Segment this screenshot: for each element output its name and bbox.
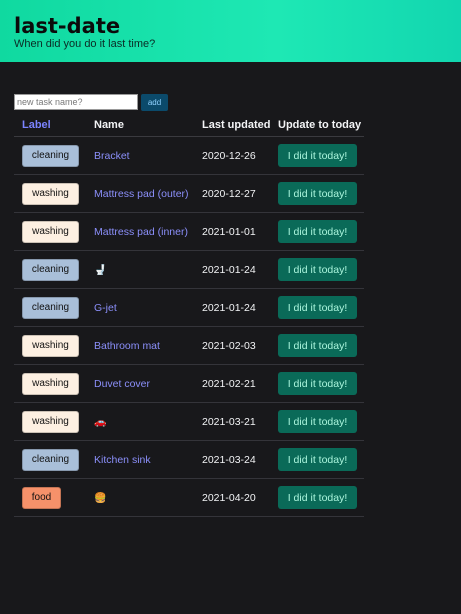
did-it-today-button[interactable]: I did it today! bbox=[278, 220, 357, 243]
did-it-today-button[interactable]: I did it today! bbox=[278, 334, 357, 357]
table-row: cleaning Bracket 2020-12-26 I did it tod… bbox=[14, 136, 364, 175]
label-badge[interactable]: washing bbox=[22, 334, 79, 357]
table-row: washing Mattress pad (outer) 2020-12-27 … bbox=[14, 174, 364, 213]
table-row: cleaning G-jet 2021-01-24 I did it today… bbox=[14, 288, 364, 327]
table-header-row: Label Name Last updated Update to today bbox=[14, 114, 364, 137]
last-updated-date: 2021-03-21 bbox=[202, 402, 278, 441]
app-title: last-date bbox=[14, 14, 121, 38]
did-it-today-button[interactable]: I did it today! bbox=[278, 410, 357, 433]
last-updated-date: 2021-01-24 bbox=[202, 288, 278, 327]
last-updated-date: 2021-02-03 bbox=[202, 326, 278, 365]
table-row: washing Mattress pad (inner) 2021-01-01 … bbox=[14, 212, 364, 251]
label-badge[interactable]: washing bbox=[22, 410, 79, 433]
table-row: cleaning Kitchen sink 2021-03-24 I did i… bbox=[14, 440, 364, 479]
task-name-link-car-emoji[interactable]: 🚗 bbox=[94, 417, 106, 428]
task-name-link[interactable]: Duvet cover bbox=[94, 378, 150, 390]
did-it-today-button[interactable]: I did it today! bbox=[278, 372, 357, 395]
task-table: Label Name Last updated Update to today … bbox=[14, 114, 364, 517]
last-updated-date: 2020-12-27 bbox=[202, 174, 278, 213]
last-updated-date: 2020-12-26 bbox=[202, 136, 278, 175]
table-row: cleaning 🚽 2021-01-24 I did it today! bbox=[14, 250, 364, 289]
last-updated-date: 2021-02-21 bbox=[202, 364, 278, 403]
column-header-label[interactable]: Label bbox=[14, 114, 94, 137]
column-header-update-to-today: Update to today bbox=[278, 114, 364, 137]
column-header-last-updated: Last updated bbox=[202, 114, 278, 137]
last-updated-date: 2021-01-24 bbox=[202, 250, 278, 289]
did-it-today-button[interactable]: I did it today! bbox=[278, 296, 357, 319]
label-badge[interactable]: cleaning bbox=[22, 258, 79, 281]
task-name-link[interactable]: Mattress pad (outer) bbox=[94, 188, 189, 200]
task-name-link-toilet-emoji[interactable]: 🚽 bbox=[94, 265, 106, 276]
label-badge[interactable]: cleaning bbox=[22, 448, 79, 471]
last-updated-date: 2021-03-24 bbox=[202, 440, 278, 479]
table-row: washing 🚗 2021-03-21 I did it today! bbox=[14, 402, 364, 441]
table-row: washing Duvet cover 2021-02-21 I did it … bbox=[14, 364, 364, 403]
label-badge[interactable]: cleaning bbox=[22, 296, 79, 319]
task-name-link[interactable]: Bathroom mat bbox=[94, 340, 160, 352]
did-it-today-button[interactable]: I did it today! bbox=[278, 182, 357, 205]
app-header: last-date When did you do it last time? bbox=[0, 0, 461, 62]
last-updated-date: 2021-01-01 bbox=[202, 212, 278, 251]
task-table-body: cleaning Bracket 2020-12-26 I did it tod… bbox=[14, 136, 364, 517]
did-it-today-button[interactable]: I did it today! bbox=[278, 486, 357, 509]
label-badge[interactable]: food bbox=[22, 486, 61, 509]
label-badge[interactable]: washing bbox=[22, 372, 79, 395]
did-it-today-button[interactable]: I did it today! bbox=[278, 448, 357, 471]
table-row: food 🍔 2021-04-20 I did it today! bbox=[14, 478, 364, 517]
task-name-link[interactable]: G-jet bbox=[94, 302, 117, 314]
app-subtitle: When did you do it last time? bbox=[14, 38, 156, 50]
did-it-today-button[interactable]: I did it today! bbox=[278, 144, 357, 167]
label-badge[interactable]: washing bbox=[22, 182, 79, 205]
last-updated-date: 2021-04-20 bbox=[202, 478, 278, 517]
task-name-link-burger-emoji[interactable]: 🍔 bbox=[94, 493, 106, 504]
label-badge[interactable]: cleaning bbox=[22, 144, 79, 167]
task-name-link[interactable]: Kitchen sink bbox=[94, 454, 151, 466]
did-it-today-button[interactable]: I did it today! bbox=[278, 258, 357, 281]
task-name-link[interactable]: Mattress pad (inner) bbox=[94, 226, 188, 238]
table-row: washing Bathroom mat 2021-02-03 I did it… bbox=[14, 326, 364, 365]
add-button[interactable]: add bbox=[141, 94, 168, 111]
column-header-name: Name bbox=[94, 114, 202, 137]
new-task-input[interactable] bbox=[14, 93, 138, 110]
add-task-form: add bbox=[14, 92, 168, 111]
label-badge[interactable]: washing bbox=[22, 220, 79, 243]
task-name-link[interactable]: Bracket bbox=[94, 150, 130, 162]
